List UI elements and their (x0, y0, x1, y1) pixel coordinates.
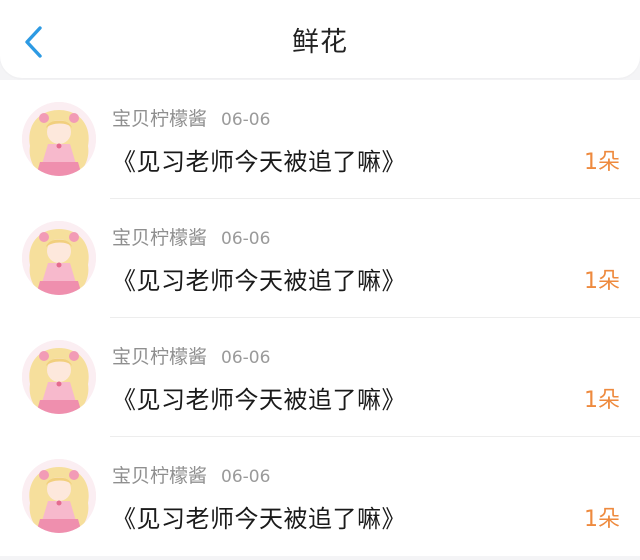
item-meta: 宝贝柠檬酱 06-06 (112, 223, 270, 250)
item-date: 06-06 (221, 467, 271, 487)
item-meta: 宝贝柠檬酱 06-06 (112, 461, 270, 488)
book-title[interactable]: 《见习老师今天被追了嘛》 (112, 380, 406, 415)
avatar (22, 459, 96, 533)
item-date: 06-06 (221, 229, 271, 249)
avatar (22, 340, 96, 414)
list-item[interactable]: 宝贝柠檬酱 06-06 《见习老师今天被追了嘛》 1朵 (0, 80, 640, 199)
list-item[interactable]: 宝贝柠檬酱 06-06 《见习老师今天被追了嘛》 1朵 (0, 437, 640, 556)
page-title: 鲜花 (292, 27, 348, 58)
book-title[interactable]: 《见习老师今天被追了嘛》 (112, 142, 406, 177)
app-header: 鲜花 (0, 0, 640, 78)
flower-count: 1朵 (584, 507, 620, 532)
item-date: 06-06 (221, 348, 271, 368)
list-item[interactable]: 宝贝柠檬酱 06-06 《见习老师今天被追了嘛》 1朵 (0, 318, 640, 437)
flower-count: 1朵 (584, 269, 620, 294)
avatar (22, 102, 96, 176)
item-date: 06-06 (221, 110, 271, 130)
username[interactable]: 宝贝柠檬酱 (112, 108, 207, 130)
flower-list: 宝贝柠檬酱 06-06 《见习老师今天被追了嘛》 1朵 宝贝柠檬酱 06-06 《见… (0, 80, 640, 556)
book-title[interactable]: 《见习老师今天被追了嘛》 (112, 499, 406, 534)
list-item[interactable]: 宝贝柠檬酱 06-06 《见习老师今天被追了嘛》 1朵 (0, 199, 640, 318)
item-meta: 宝贝柠檬酱 06-06 (112, 342, 270, 369)
username[interactable]: 宝贝柠檬酱 (112, 346, 207, 368)
flower-count: 1朵 (584, 150, 620, 175)
flower-count: 1朵 (584, 388, 620, 413)
username[interactable]: 宝贝柠檬酱 (112, 465, 207, 487)
avatar (22, 221, 96, 295)
username[interactable]: 宝贝柠檬酱 (112, 227, 207, 249)
book-title[interactable]: 《见习老师今天被追了嘛》 (112, 261, 406, 296)
item-meta: 宝贝柠檬酱 06-06 (112, 104, 270, 131)
